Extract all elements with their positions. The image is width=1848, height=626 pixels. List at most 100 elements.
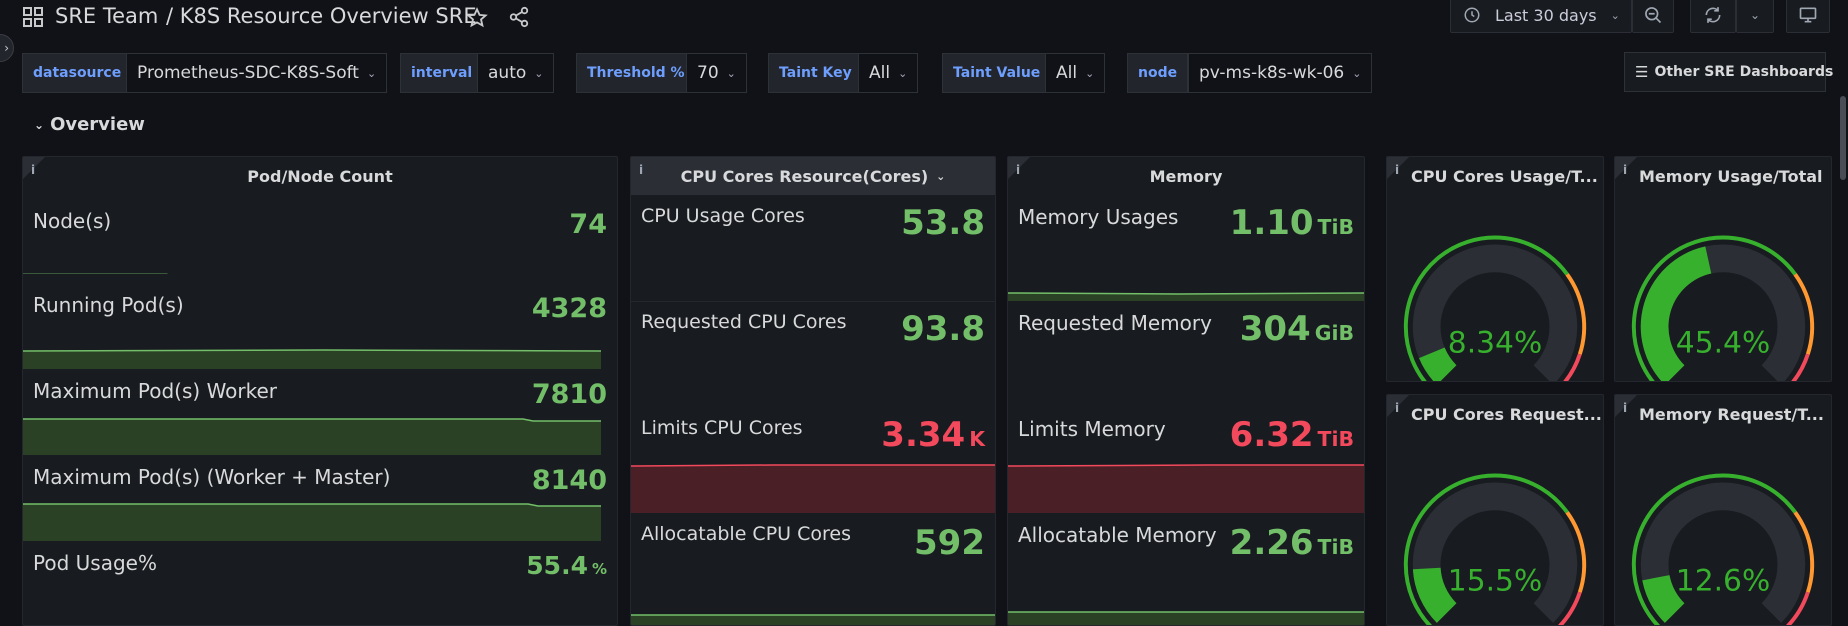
chevron-down-icon: ⌄ bbox=[898, 66, 908, 80]
stat-value: 304 GiB bbox=[1239, 309, 1354, 349]
gauge-value-arc bbox=[1412, 567, 1457, 623]
share-icon[interactable] bbox=[508, 6, 530, 28]
gauge-value: 45.4% bbox=[1676, 325, 1770, 360]
chevron-down-icon: ⌄ bbox=[1610, 8, 1620, 22]
stat-label: Limits CPU Cores bbox=[641, 417, 803, 439]
stat-label: Allocatable CPU Cores bbox=[641, 523, 851, 545]
panel-title[interactable]: CPU Cores Usage/T... bbox=[1387, 157, 1603, 195]
stat-memory-usage: Memory Usages 1.10 TiB bbox=[1008, 195, 1364, 301]
gauge-value: 12.6% bbox=[1676, 563, 1770, 598]
panel-memory-request-total: i Memory Request/T... 12.6% bbox=[1614, 394, 1832, 626]
stat-unit: TiB bbox=[1317, 535, 1354, 559]
var-select-datasource[interactable]: Prometheus-SDC-K8S-Soft ⌄ bbox=[126, 53, 388, 93]
breadcrumb-team[interactable]: SRE Team bbox=[55, 4, 158, 28]
apps-icon[interactable] bbox=[22, 6, 44, 28]
panel-cpu-usage-total: i CPU Cores Usage/T... 8.34% bbox=[1386, 156, 1604, 382]
stat-value: 3.34 K bbox=[881, 415, 985, 455]
var-value: All bbox=[1056, 63, 1078, 83]
zoom-out-icon bbox=[1643, 5, 1663, 25]
gauge-value-arc bbox=[1419, 346, 1457, 381]
stat-label: Pod Usage% bbox=[33, 551, 157, 575]
panel-cpu-request-total: i CPU Cores Request... 15.5% bbox=[1386, 394, 1604, 626]
sparkline bbox=[23, 418, 601, 455]
sparkline bbox=[23, 349, 602, 369]
panel-cpu-cores: CPU Cores Resource(Cores) ⌄ i CPU Usage … bbox=[630, 156, 996, 626]
var-select-taint-value[interactable]: All ⌄ bbox=[1045, 53, 1106, 93]
stat-unit: K bbox=[969, 427, 985, 451]
info-icon[interactable]: i bbox=[639, 163, 643, 177]
stat-label: Running Pod(s) bbox=[33, 293, 184, 317]
stat-label: Maximum Pod(s) Worker bbox=[33, 379, 278, 403]
stat-max-pods-worker: Maximum Pod(s) Worker 7810 bbox=[23, 369, 617, 455]
panel-title[interactable]: Memory bbox=[1008, 157, 1364, 195]
var-value: Prometheus-SDC-K8S-Soft bbox=[137, 63, 359, 83]
stat-label: Requested Memory bbox=[1018, 311, 1212, 335]
sparkline bbox=[23, 273, 168, 274]
stat-max-pods-worker-master: Maximum Pod(s) (Worker + Master) 8140 bbox=[23, 455, 617, 541]
stat-value: 1.10 TiB bbox=[1229, 203, 1354, 243]
gauge-chart: 45.4% bbox=[1631, 235, 1815, 381]
monitor-icon bbox=[1798, 5, 1818, 25]
panel-title[interactable]: Pod/Node Count bbox=[23, 157, 617, 195]
other-dashboards-link[interactable]: ☰ Other SRE Dashboards bbox=[1624, 52, 1833, 92]
stat-value: 93.8 bbox=[901, 309, 985, 349]
stat-requested-cpu: Requested CPU Cores 93.8 bbox=[631, 301, 995, 407]
var-select-taint-key[interactable]: All ⌄ bbox=[858, 53, 919, 93]
var-label-datasource: datasource bbox=[22, 53, 133, 93]
sparkline bbox=[1008, 464, 1364, 513]
clock-icon bbox=[1463, 6, 1481, 24]
stat-unit: GiB bbox=[1314, 321, 1354, 345]
stat-value: 592 bbox=[914, 523, 985, 563]
chevron-down-icon: ⌄ bbox=[1085, 66, 1095, 80]
var-label-taint-value: Taint Value bbox=[942, 53, 1052, 93]
stat-unit: % bbox=[591, 560, 607, 578]
stat-value: 53.8 bbox=[901, 203, 985, 243]
stat-label: Maximum Pod(s) (Worker + Master) bbox=[33, 465, 391, 489]
stat-label: Requested CPU Cores bbox=[641, 311, 847, 333]
refresh-button[interactable] bbox=[1690, 0, 1736, 33]
row-overview-toggle[interactable]: ⌄ Overview bbox=[34, 114, 145, 135]
panel-title[interactable]: Memory Usage/Total bbox=[1615, 157, 1831, 195]
gauge-chart: 12.6% bbox=[1631, 473, 1815, 625]
stat-unit: TiB bbox=[1317, 215, 1354, 239]
gauge-value: 8.34% bbox=[1448, 325, 1542, 360]
refresh-icon bbox=[1703, 5, 1723, 25]
tv-mode-button[interactable] bbox=[1786, 0, 1830, 33]
var-value: pv-ms-k8s-wk-06 bbox=[1199, 63, 1345, 83]
var-label-node: node bbox=[1127, 53, 1189, 93]
stat-requested-memory: Requested Memory 304 GiB bbox=[1008, 301, 1364, 407]
panel-header[interactable]: CPU Cores Resource(Cores) ⌄ bbox=[631, 157, 995, 195]
stat-label: CPU Usage Cores bbox=[641, 205, 805, 227]
var-label-taint-key: Taint Key bbox=[768, 53, 863, 93]
var-select-node[interactable]: pv-ms-k8s-wk-06 ⌄ bbox=[1188, 53, 1373, 93]
chevron-down-icon: ⌄ bbox=[34, 117, 45, 132]
chevron-right-icon: › bbox=[4, 41, 9, 55]
stat-label: Node(s) bbox=[33, 209, 112, 233]
sparkline bbox=[1008, 292, 1364, 301]
panel-title[interactable]: CPU Cores Request... bbox=[1387, 395, 1603, 433]
stat-nodes: Node(s) 74 bbox=[23, 199, 617, 283]
stat-value: 74 bbox=[569, 209, 607, 240]
time-range-picker[interactable]: Last 30 days ⌄ bbox=[1450, 0, 1632, 33]
star-icon[interactable] bbox=[466, 7, 488, 29]
var-select-threshold[interactable]: 70 ⌄ bbox=[686, 53, 747, 93]
var-value: All bbox=[869, 63, 891, 83]
panel-title[interactable]: Memory Request/T... bbox=[1615, 395, 1831, 433]
menu-icon: ☰ bbox=[1635, 63, 1649, 81]
scrollbar[interactable] bbox=[1840, 96, 1846, 180]
page-title: / K8S Resource Overview SRE bbox=[166, 4, 477, 28]
gauge-value: 15.5% bbox=[1448, 563, 1542, 598]
stat-unit: TiB bbox=[1317, 427, 1354, 451]
sidebar-toggle[interactable]: › bbox=[0, 34, 14, 62]
chevron-down-icon: ⌄ bbox=[936, 169, 946, 183]
sparkline bbox=[631, 614, 995, 625]
refresh-interval-dropdown[interactable]: ⌄ bbox=[1736, 0, 1774, 33]
var-select-interval[interactable]: auto ⌄ bbox=[477, 53, 555, 93]
gauge-chart: 8.34% bbox=[1403, 235, 1587, 381]
stat-cpu-usage: CPU Usage Cores 53.8 bbox=[631, 195, 995, 302]
var-label-interval: interval bbox=[400, 53, 484, 93]
gauge-value-arc bbox=[1642, 574, 1685, 623]
chevron-down-icon: ⌄ bbox=[1352, 66, 1362, 80]
zoom-out-button[interactable] bbox=[1632, 0, 1674, 33]
row-title: Overview bbox=[50, 114, 145, 135]
